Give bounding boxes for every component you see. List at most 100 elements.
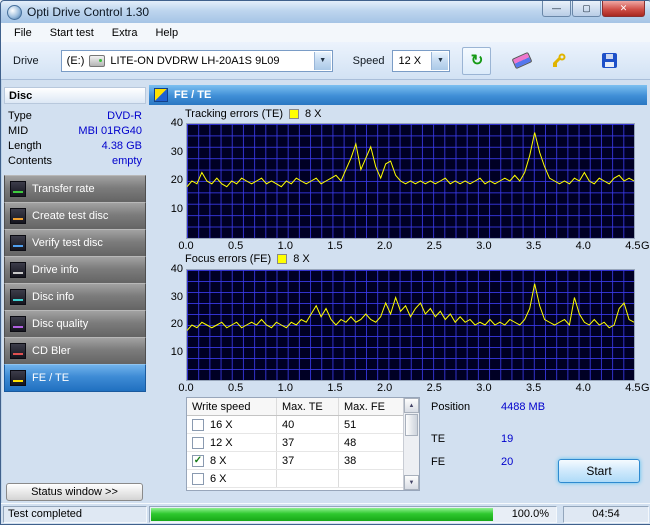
disc-length-value: 4.38 GB — [101, 140, 142, 152]
eraser-icon — [511, 51, 533, 70]
max-te-value: 37 — [277, 452, 339, 469]
col-max-te: Max. TE — [277, 398, 339, 415]
disc-info-row: MID MBI 01RG40 — [6, 124, 144, 139]
position-row: Position 4488 MB — [431, 401, 545, 413]
x-tick-label: 0.5 — [228, 382, 244, 394]
sidebar-item-create-test-disc[interactable]: Create test disc — [4, 202, 146, 230]
sidebar-item-label: Disc info — [32, 291, 75, 303]
speed-checkbox[interactable] — [192, 472, 204, 485]
te-x-axis: GB 0.00.51.01.52.02.53.03.54.04.5 — [177, 240, 650, 252]
speed-select-arrow-icon[interactable]: ▼ — [431, 51, 449, 70]
y-tick-label: 40 — [170, 263, 183, 275]
x-tick-label: 1.5 — [327, 240, 343, 252]
status-text-panel: Test completed — [3, 505, 147, 523]
drive-select-arrow-icon[interactable]: ▼ — [313, 51, 331, 70]
fe-result-label: FE — [431, 456, 446, 468]
te-chart-line — [187, 124, 634, 238]
write-speed-table: Write speed Max. TE Max. FE 16 X 40 51 12 X… — [186, 397, 420, 491]
fe-series-speed: 8 X — [293, 253, 310, 265]
te-result-row: TE 19 — [431, 433, 513, 445]
verify-test-disc-icon — [10, 235, 26, 251]
disc-contents-value: empty — [112, 155, 142, 167]
start-button[interactable]: Start — [558, 459, 640, 483]
position-value: 4488 MB — [501, 401, 546, 413]
app-icon — [7, 4, 22, 20]
speed-checkbox[interactable]: ✓ — [192, 454, 204, 467]
menu-file[interactable]: File — [5, 25, 41, 41]
sidebar-item-disc-quality[interactable]: Disc quality — [4, 310, 146, 338]
close-button[interactable]: ✕ — [602, 1, 645, 17]
progress-percent: 100.0% — [511, 507, 549, 520]
y-tick-label: 10 — [170, 202, 183, 215]
drive-label: Drive — [13, 54, 39, 67]
x-tick-label: 4.0 — [575, 240, 591, 252]
maximize-button[interactable]: ▢ — [572, 1, 601, 17]
sidebar-item-label: Create test disc — [32, 210, 109, 222]
fe-y-axis: 40 30 20 10 — [153, 263, 183, 379]
sidebar-item-fe-te[interactable]: FE / TE — [4, 364, 146, 392]
y-tick-label: 20 — [170, 174, 183, 186]
table-row: ✓ 8 X 37 38 — [187, 452, 419, 470]
te-chart-title: Tracking errors (TE) — [185, 108, 283, 120]
sidebar-item-label: CD Bler — [32, 345, 71, 357]
sidebar-item-transfer-rate[interactable]: Transfer rate — [4, 175, 146, 203]
fe-chart-title: Focus errors (FE) — [185, 253, 272, 265]
sidebar-item-cd-bler[interactable]: CD Bler — [4, 337, 146, 365]
y-tick-label: 10 — [170, 345, 183, 358]
status-text: Test completed — [8, 508, 82, 520]
elapsed-time-panel: 04:54 — [563, 505, 649, 523]
menu-start-test[interactable]: Start test — [41, 25, 103, 41]
scroll-down-icon[interactable]: ▼ — [404, 475, 419, 490]
sidebar-item-label: FE / TE — [32, 372, 70, 384]
drive-select[interactable]: (E:) LITE-ON DVDRW LH-20A1S 9L09 ▼ — [60, 49, 333, 72]
refresh-icon: ↻ — [470, 52, 484, 69]
registration-button[interactable] — [544, 47, 573, 75]
disc-quality-icon — [10, 316, 26, 332]
x-tick-label: 2.5 — [426, 240, 442, 252]
save-results-button[interactable] — [595, 47, 624, 75]
disc-contents-label: Contents — [8, 155, 53, 167]
fe-te-header-icon — [154, 88, 168, 102]
x-tick-label: 0.0 — [178, 382, 194, 394]
key-icon — [552, 53, 566, 67]
te-x-unit: GB — [641, 240, 650, 252]
x-tick-label: 3.0 — [476, 240, 492, 252]
max-te-value — [277, 470, 339, 487]
speed-checkbox[interactable] — [192, 436, 204, 449]
menu-help[interactable]: Help — [146, 25, 187, 41]
cd-bler-icon — [10, 343, 26, 359]
refresh-drives-button[interactable]: ↻ — [462, 46, 492, 75]
disc-type-value: DVD-R — [107, 110, 142, 122]
status-window-button[interactable]: Status window >> — [6, 483, 143, 501]
sidebar-item-verify-test-disc[interactable]: Verify test disc — [4, 229, 146, 257]
disc-mid-label: MID — [8, 125, 29, 137]
scrollbar-thumb[interactable] — [405, 414, 418, 436]
y-tick-label: 30 — [170, 145, 183, 158]
scroll-up-icon[interactable]: ▲ — [404, 398, 419, 413]
speed-option-label: 6 X — [210, 472, 227, 485]
minimize-button[interactable]: — — [542, 1, 571, 17]
table-scrollbar[interactable]: ▲ ▼ — [403, 398, 419, 490]
speed-option-label: 12 X — [210, 436, 233, 449]
speed-select[interactable]: 12 X ▼ — [392, 49, 451, 72]
fe-chart — [186, 269, 635, 381]
te-series-swatch — [289, 109, 299, 119]
erase-disc-button[interactable] — [507, 47, 536, 75]
te-result-value: 19 — [501, 433, 514, 445]
disc-info-row: Contents empty — [6, 154, 144, 169]
speed-checkbox[interactable] — [192, 418, 204, 431]
create-test-disc-icon — [10, 208, 26, 224]
drive-name: LITE-ON DVDRW LH-20A1S 9L09 — [110, 54, 280, 67]
te-chart-title-row: Tracking errors (TE) 8 X — [185, 108, 322, 120]
sidebar-item-label: Verify test disc — [32, 237, 103, 249]
progress-panel: 100.0% — [149, 505, 557, 523]
sidebar-item-label: Drive info — [32, 264, 79, 276]
elapsed-time: 04:54 — [592, 508, 620, 520]
window-title: Opti Drive Control 1.30 — [27, 5, 150, 19]
toolbar: Drive (E:) LITE-ON DVDRW LH-20A1S 9L09 ▼… — [1, 42, 650, 80]
transfer-rate-icon — [10, 181, 26, 197]
te-result-label: TE — [431, 433, 446, 445]
menu-extra[interactable]: Extra — [103, 25, 147, 41]
sidebar-item-disc-info[interactable]: Disc info — [4, 283, 146, 311]
sidebar-item-drive-info[interactable]: Drive info — [4, 256, 146, 284]
